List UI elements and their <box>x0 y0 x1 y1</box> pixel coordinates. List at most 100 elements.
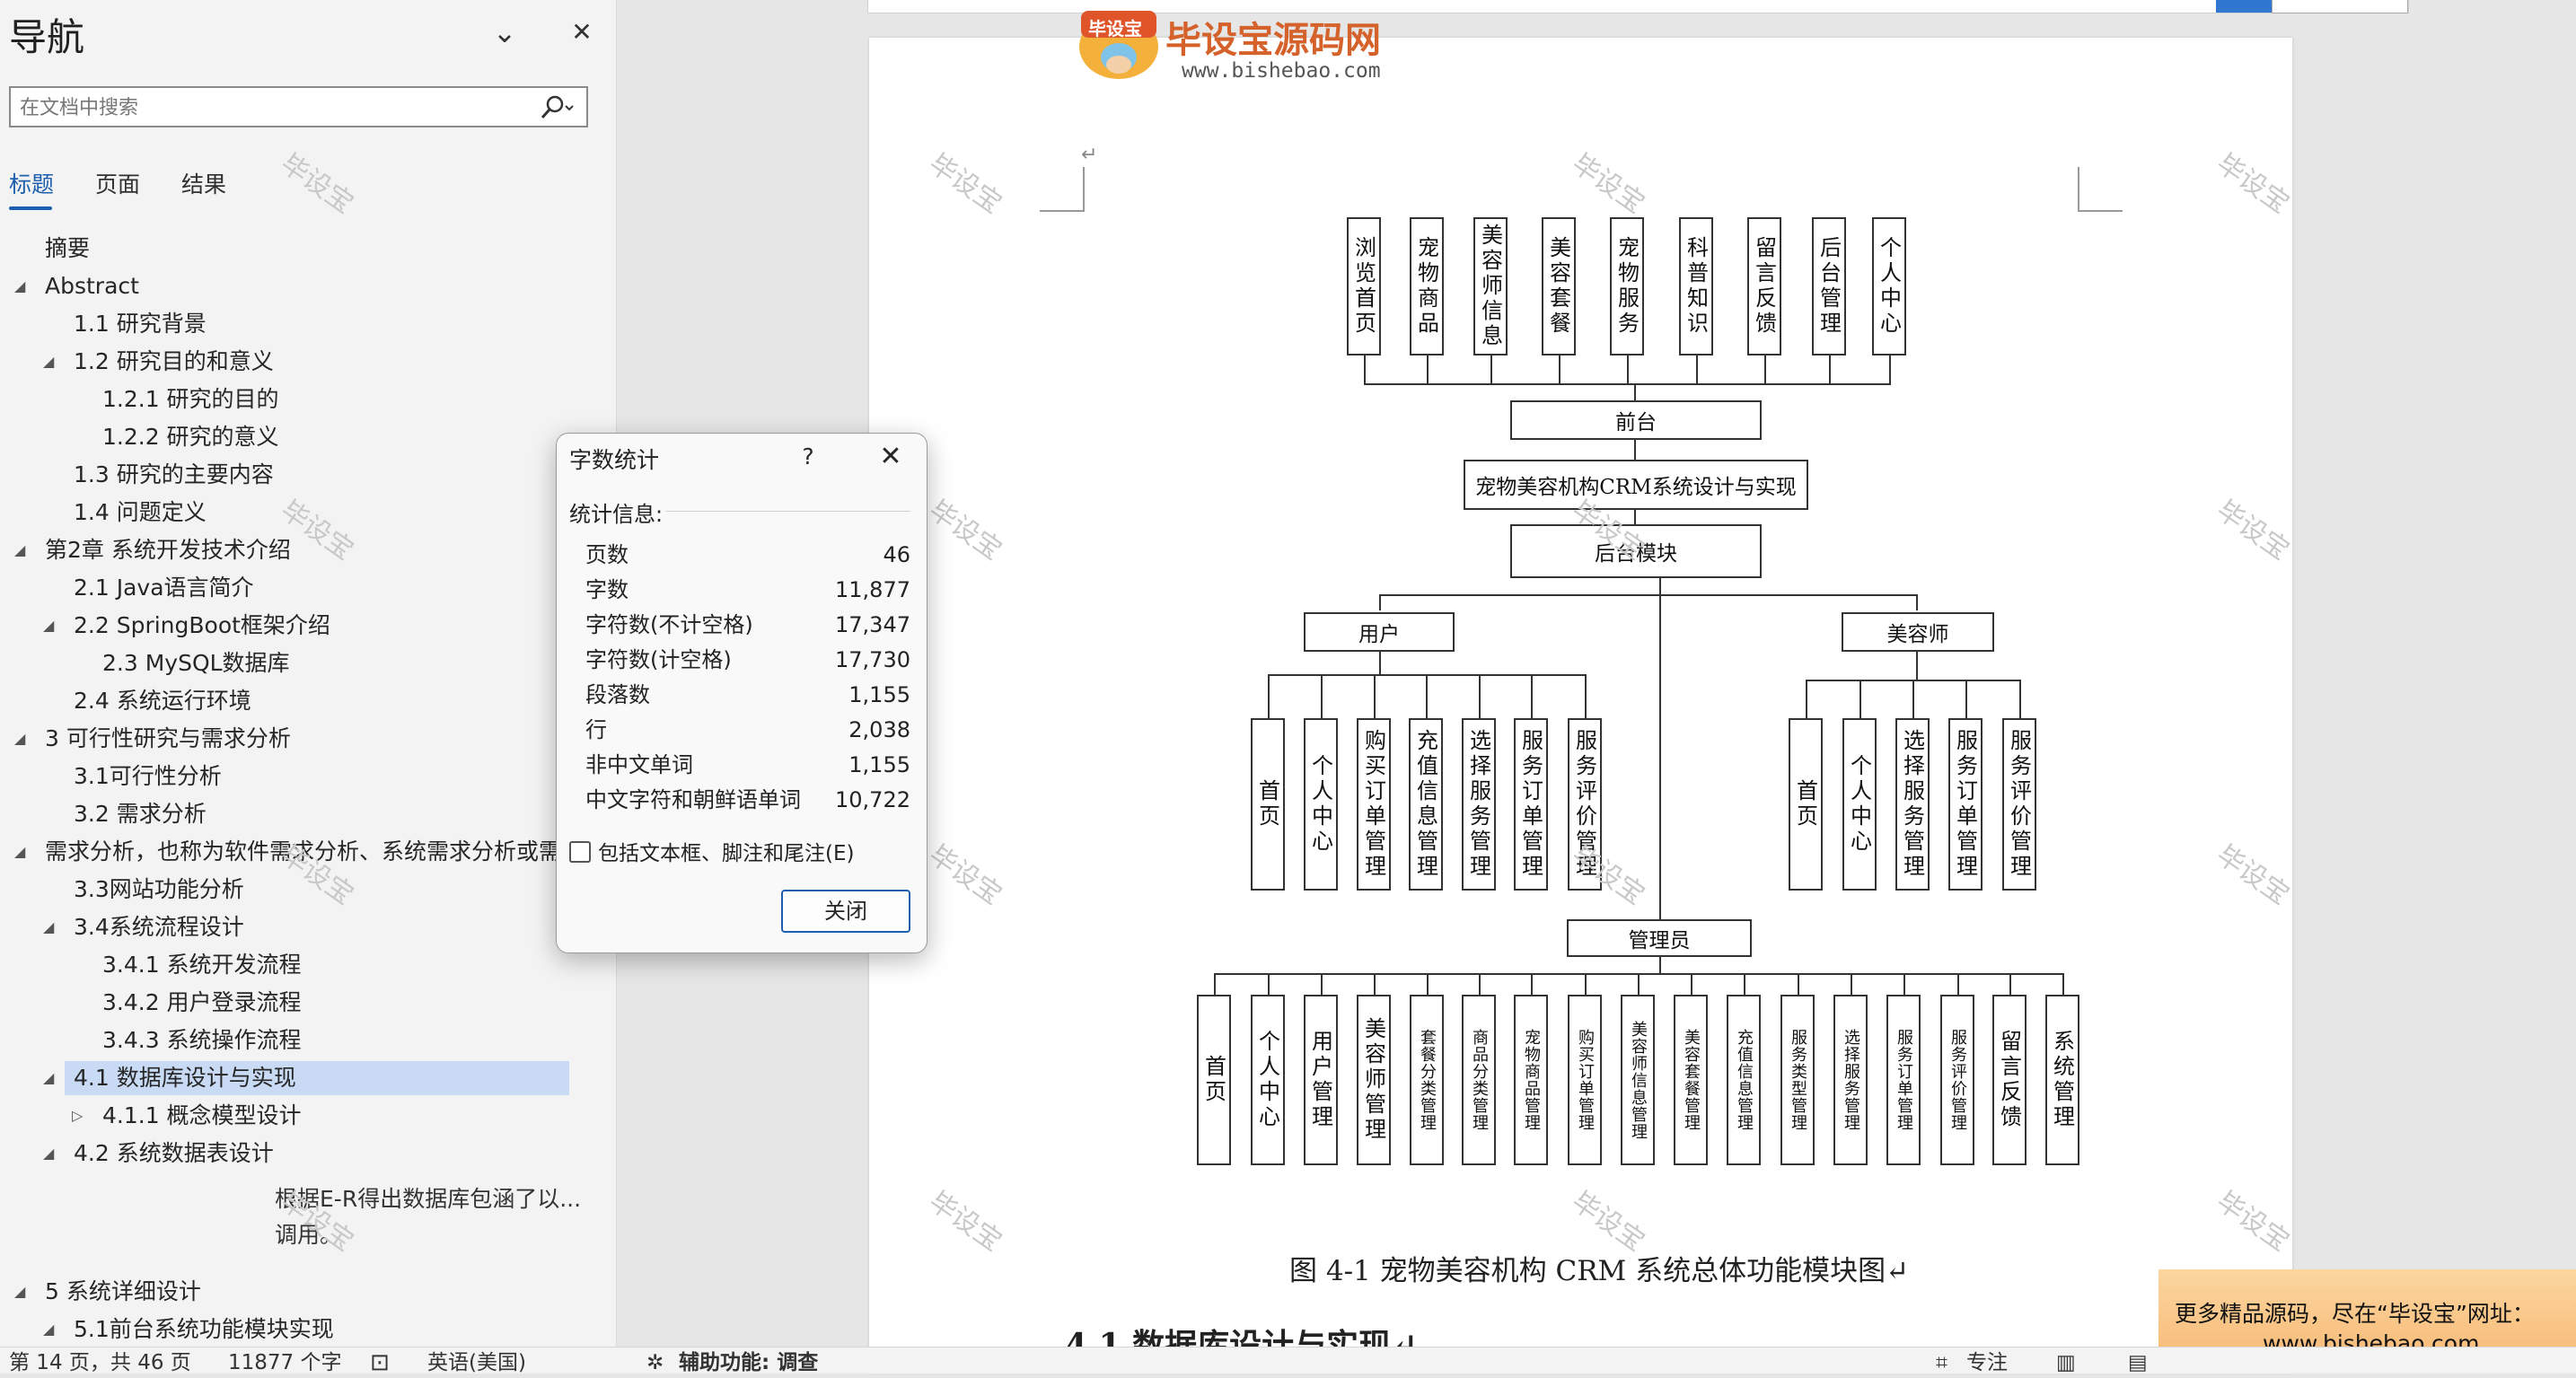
nav-summary-line: 根据E-R得出数据库包涵了以... <box>275 1186 582 1212</box>
nav-heading-item[interactable]: 3.2 需求分析 <box>0 797 611 831</box>
nav-heading-item[interactable]: ◢ Abstract <box>0 269 611 303</box>
front-module-box: 科普知识 <box>1679 217 1713 355</box>
nav-heading-item[interactable]: ◢ 4.1 数据库设计与实现 <box>43 1061 569 1095</box>
print-layout-icon[interactable]: ▤ <box>2128 1347 2148 1378</box>
expanded-triangle-icon[interactable]: ◢ <box>43 609 54 643</box>
connector-line <box>1965 680 1967 718</box>
nav-heading-item[interactable]: ◢ 3.4系统流程设计 <box>0 910 611 944</box>
nav-heading-item[interactable]: 1.3 研究的主要内容 <box>0 458 611 492</box>
word-count[interactable]: 11877 个字 <box>228 1347 341 1378</box>
document-page[interactable]: ↵ <box>869 38 2292 1373</box>
focus-mode[interactable]: 专注 <box>1966 1347 2008 1378</box>
admin-module-box: 美容师管理 <box>1357 995 1391 1165</box>
search-input[interactable] <box>18 92 533 124</box>
admin-node: 管理员 <box>1567 919 1752 957</box>
nav-heading-item[interactable]: ◢ 5 系统详细设计 <box>0 1275 611 1309</box>
connector-line <box>1851 973 1852 995</box>
user-module-box: 服务评价管理 <box>1568 718 1602 891</box>
accessibility-icon[interactable]: ✲ <box>646 1347 664 1378</box>
nav-heading-item[interactable]: ◢ 2.2 SpringBoot框架介绍 <box>0 609 611 643</box>
connector-line <box>1634 440 1636 460</box>
language-indicator[interactable]: 英语(美国) <box>427 1347 526 1378</box>
expanded-triangle-icon[interactable]: ◢ <box>14 722 25 756</box>
focus-icon[interactable]: ⌗ <box>1936 1347 1947 1378</box>
connector-line <box>1903 973 1905 995</box>
nav-heading-label: 1.1 研究背景 <box>74 311 207 337</box>
nav-heading-label: 3.4.3 系统操作流程 <box>102 1027 302 1053</box>
nav-heading-item[interactable]: 3.1可行性分析 <box>0 759 611 794</box>
nav-heading-item[interactable]: ◢ 1.2 研究目的和意义 <box>0 345 611 379</box>
read-mode-icon[interactable]: ▥ <box>2056 1347 2076 1378</box>
stat-label: 行 <box>585 717 607 742</box>
nav-heading-item[interactable]: 2.1 Java语言简介 <box>0 571 611 605</box>
connector-line <box>1427 973 1429 995</box>
expanded-triangle-icon[interactable]: ◢ <box>43 1061 54 1095</box>
nav-heading-item[interactable]: ◢ 4.2 系统数据表设计 <box>0 1137 611 1171</box>
expanded-triangle-icon[interactable]: ◢ <box>14 835 25 869</box>
figure-caption: 图 4-1 宠物美容机构 CRM 系统总体功能模块图↵ <box>1289 1255 1910 1287</box>
checkbox-label: 包括文本框、脚注和尾注(E) <box>598 842 855 865</box>
search-icon[interactable] <box>538 94 577 121</box>
connector-line <box>1379 594 1381 610</box>
dialog-close-icon[interactable]: ✕ <box>873 439 909 475</box>
proofing-icon[interactable]: ⊡ <box>370 1347 390 1378</box>
paragraph-mark: ↵ <box>1081 144 1098 166</box>
nav-heading-item[interactable]: ◢ 5.1前台系统功能模块实现 <box>0 1312 611 1347</box>
help-button[interactable]: ? <box>790 441 826 473</box>
nav-heading-label: 需求分析，也称为软件需求分析、系统需求分析或需... <box>45 838 583 865</box>
nav-heading-item[interactable]: 1.2.1 研究的目的 <box>0 382 611 417</box>
stat-row: 字符数(计空格) 17,730 <box>585 643 910 677</box>
nav-heading-item[interactable]: ◢ 第2章 系统开发技术介绍 <box>0 533 611 567</box>
promo-text: 更多精品源码，尽在“毕设宝”网址： <box>2175 1301 2535 1327</box>
nav-heading-item[interactable]: 3.3网站功能分析 <box>0 873 611 907</box>
connector-line <box>1585 973 1587 995</box>
admin-module-box: 系统管理 <box>2045 995 2079 1165</box>
connector-line <box>1916 652 1918 680</box>
nav-heading-item[interactable]: ◢ 3 可行性研究与需求分析 <box>0 722 611 756</box>
collapsed-triangle-icon[interactable]: ▷ <box>72 1099 83 1133</box>
page-count[interactable]: 第 14 页，共 46 页 <box>9 1347 191 1378</box>
front-node: 前台 <box>1510 400 1762 440</box>
nav-heading-label: 4.1 数据库设计与实现 <box>74 1065 296 1091</box>
front-module-box: 宠物商品 <box>1410 217 1444 355</box>
nav-heading-item[interactable]: ◢ 需求分析，也称为软件需求分析、系统需求分析或需... <box>0 835 611 869</box>
nav-heading-label: 2.1 Java语言简介 <box>74 575 254 601</box>
expanded-triangle-icon[interactable]: ◢ <box>14 269 25 303</box>
nav-heading-item[interactable]: 2.3 MySQL数据库 <box>0 646 611 680</box>
nav-heading-item[interactable]: 摘要 <box>0 232 611 266</box>
expanded-triangle-icon[interactable]: ◢ <box>43 1312 54 1347</box>
admin-module-box: 服务订单管理 <box>1886 995 1921 1165</box>
nav-heading-label: 3.4.2 用户登录流程 <box>102 989 302 1015</box>
close-button[interactable]: 关闭 <box>781 890 910 933</box>
expanded-triangle-icon[interactable]: ◢ <box>43 910 54 944</box>
tab-results[interactable]: 结果 <box>181 167 226 199</box>
tab-headings[interactable]: 标题 <box>9 167 54 199</box>
include-textboxes-checkbox[interactable]: 包括文本框、脚注和尾注(E) <box>569 836 854 866</box>
nav-heading-item[interactable]: 3.4.1 系统开发流程 <box>0 948 611 982</box>
expanded-triangle-icon[interactable]: ◢ <box>14 533 25 567</box>
connector-line <box>1859 680 1861 718</box>
accessibility-status[interactable]: 辅助功能: 调查 <box>679 1347 818 1378</box>
toolbar-accent <box>2216 0 2272 13</box>
nav-search-box[interactable] <box>9 86 588 127</box>
nav-heading-item[interactable]: 3.4.3 系统操作流程 <box>0 1023 611 1058</box>
stat-value: 46 <box>883 542 910 567</box>
checkbox-box[interactable] <box>569 841 591 863</box>
nav-heading-item[interactable]: 1.2.2 研究的意义 <box>0 420 611 454</box>
user-node: 用户 <box>1304 612 1455 652</box>
expanded-triangle-icon[interactable]: ◢ <box>14 1275 25 1309</box>
nav-heading-item[interactable]: 1.1 研究背景 <box>0 307 611 341</box>
nav-heading-item[interactable]: 2.4 系统运行环境 <box>0 684 611 718</box>
chevron-down-icon[interactable]: ⌄ <box>485 13 524 52</box>
tab-pages[interactable]: 页面 <box>95 167 140 199</box>
word-count-dialog: 字数统计 ? ✕ 统计信息: 页数 46 字数 11,877 字符数(不计空格) 17,3… <box>556 433 928 953</box>
expanded-triangle-icon[interactable]: ◢ <box>43 1137 54 1171</box>
close-icon[interactable]: ✕ <box>562 13 602 52</box>
connector-line <box>1634 384 1636 400</box>
nav-heading-item[interactable]: 1.4 问题定义 <box>0 496 611 530</box>
connector-line <box>1321 973 1323 995</box>
nav-heading-item[interactable]: ▷ 4.1.1 概念模型设计 <box>0 1099 611 1133</box>
expanded-triangle-icon[interactable]: ◢ <box>43 345 54 379</box>
nav-heading-item[interactable]: 3.4.2 用户登录流程 <box>0 986 611 1020</box>
connector-line <box>1798 973 1799 995</box>
